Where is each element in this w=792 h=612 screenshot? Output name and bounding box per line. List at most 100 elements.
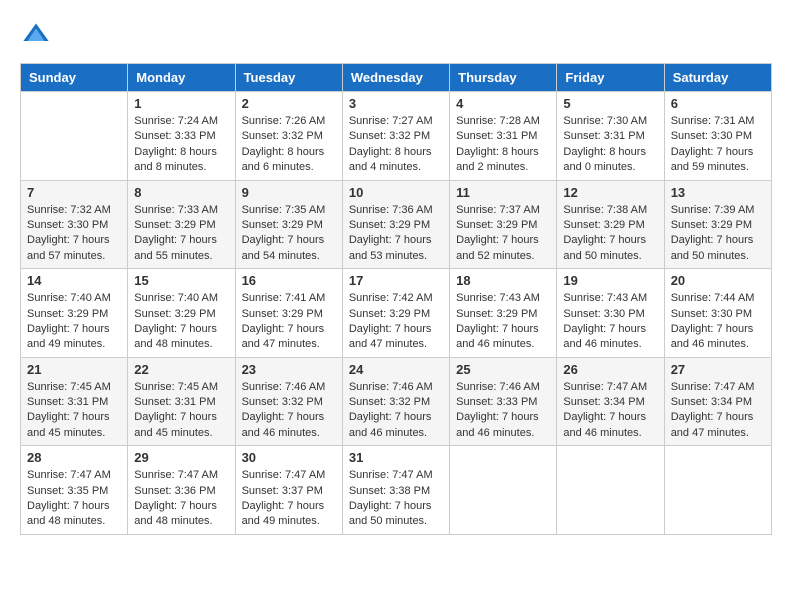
calendar-cell: 1 Sunrise: 7:24 AMSunset: 3:33 PMDaylight… [128, 92, 235, 181]
day-info: Sunrise: 7:27 AMSunset: 3:32 PMDaylight:… [349, 114, 443, 176]
weekday-header-monday: Monday [128, 64, 235, 92]
day-number: 19 [563, 273, 657, 288]
calendar-cell: 28 Sunrise: 7:47 AMSunset: 3:35 PMDayligh… [21, 446, 128, 535]
day-number: 17 [349, 273, 443, 288]
weekday-header-friday: Friday [557, 64, 664, 92]
day-number: 1 [134, 96, 228, 111]
day-number: 29 [134, 450, 228, 465]
day-number: 16 [242, 273, 336, 288]
day-number: 27 [671, 362, 765, 377]
day-info: Sunrise: 7:32 AMSunset: 3:30 PMDaylight:… [27, 203, 121, 265]
day-info: Sunrise: 7:44 AMSunset: 3:30 PMDaylight:… [671, 291, 765, 353]
day-number: 7 [27, 185, 121, 200]
day-number: 4 [456, 96, 550, 111]
weekday-header-wednesday: Wednesday [342, 64, 449, 92]
calendar-week-4: 21 Sunrise: 7:45 AMSunset: 3:31 PMDayligh… [21, 357, 772, 446]
calendar-cell: 22Sunrise: 7:45 AMSunset: 3:31 PMDayligh… [128, 357, 235, 446]
calendar-cell: 19 Sunrise: 7:43 AMSunset: 3:30 PMDayligh… [557, 269, 664, 358]
calendar-cell: 3 Sunrise: 7:27 AMSunset: 3:32 PMDaylight… [342, 92, 449, 181]
day-number: 5 [563, 96, 657, 111]
day-info: Sunrise: 7:46 AMSunset: 3:32 PMDaylight:… [242, 380, 336, 442]
day-number: 21 [27, 362, 121, 377]
calendar-cell: 14 Sunrise: 7:40 AMSunset: 3:29 PMDayligh… [21, 269, 128, 358]
calendar-cell: 20Sunrise: 7:44 AMSunset: 3:30 PMDayligh… [664, 269, 771, 358]
day-info: Sunrise: 7:43 AMSunset: 3:29 PMDaylight:… [456, 291, 550, 353]
calendar-cell: 10 Sunrise: 7:36 AMSunset: 3:29 PMDayligh… [342, 180, 449, 269]
day-info: Sunrise: 7:47 AMSunset: 3:34 PMDaylight:… [563, 380, 657, 442]
calendar-cell: 21Sunrise: 7:45 AMSunset: 3:31 PMDayligh… [21, 357, 128, 446]
day-info: Sunrise: 7:37 AMSunset: 3:29 PMDaylight:… [456, 203, 550, 265]
day-number: 13 [671, 185, 765, 200]
calendar-cell: 7 Sunrise: 7:32 AMSunset: 3:30 PMDaylight… [21, 180, 128, 269]
calendar-cell [450, 446, 557, 535]
day-info: Sunrise: 7:30 AMSunset: 3:31 PMDaylight:… [563, 114, 657, 176]
day-info: Sunrise: 7:46 AMSunset: 3:33 PMDaylight:… [456, 380, 550, 442]
day-info: Sunrise: 7:46 AMSunset: 3:32 PMDaylight:… [349, 380, 443, 442]
day-number: 3 [349, 96, 443, 111]
calendar-week-3: 14 Sunrise: 7:40 AMSunset: 3:29 PMDayligh… [21, 269, 772, 358]
day-number: 30 [242, 450, 336, 465]
day-info: Sunrise: 7:47 AMSunset: 3:37 PMDaylight:… [242, 468, 336, 530]
day-info: Sunrise: 7:35 AMSunset: 3:29 PMDaylight:… [242, 203, 336, 265]
day-number: 23 [242, 362, 336, 377]
day-info: Sunrise: 7:47 AMSunset: 3:38 PMDaylight:… [349, 468, 443, 530]
day-info: Sunrise: 7:47 AMSunset: 3:35 PMDaylight:… [27, 468, 121, 530]
logo [20, 20, 50, 53]
day-number: 8 [134, 185, 228, 200]
calendar-cell: 8 Sunrise: 7:33 AMSunset: 3:29 PMDaylight… [128, 180, 235, 269]
calendar-cell: 23 Sunrise: 7:46 AMSunset: 3:32 PMDayligh… [235, 357, 342, 446]
day-info: Sunrise: 7:40 AMSunset: 3:29 PMDaylight:… [134, 291, 228, 353]
day-info: Sunrise: 7:26 AMSunset: 3:32 PMDaylight:… [242, 114, 336, 176]
calendar-cell: 11 Sunrise: 7:37 AMSunset: 3:29 PMDayligh… [450, 180, 557, 269]
calendar-cell: 13Sunrise: 7:39 AMSunset: 3:29 PMDayligh… [664, 180, 771, 269]
day-info: Sunrise: 7:47 AMSunset: 3:36 PMDaylight:… [134, 468, 228, 530]
day-number: 15 [134, 273, 228, 288]
day-number: 28 [27, 450, 121, 465]
calendar-week-5: 28 Sunrise: 7:47 AMSunset: 3:35 PMDayligh… [21, 446, 772, 535]
day-number: 25 [456, 362, 550, 377]
weekday-header-saturday: Saturday [664, 64, 771, 92]
day-number: 26 [563, 362, 657, 377]
day-info: Sunrise: 7:24 AMSunset: 3:33 PMDaylight:… [134, 114, 228, 176]
day-number: 11 [456, 185, 550, 200]
calendar-week-2: 7 Sunrise: 7:32 AMSunset: 3:30 PMDaylight… [21, 180, 772, 269]
day-info: Sunrise: 7:41 AMSunset: 3:29 PMDaylight:… [242, 291, 336, 353]
calendar-cell: 6 Sunrise: 7:31 AMSunset: 3:30 PMDaylight… [664, 92, 771, 181]
calendar-cell: 18 Sunrise: 7:43 AMSunset: 3:29 PMDayligh… [450, 269, 557, 358]
weekday-header-tuesday: Tuesday [235, 64, 342, 92]
day-number: 31 [349, 450, 443, 465]
calendar-cell: 12Sunrise: 7:38 AMSunset: 3:29 PMDayligh… [557, 180, 664, 269]
day-info: Sunrise: 7:28 AMSunset: 3:31 PMDaylight:… [456, 114, 550, 176]
day-info: Sunrise: 7:36 AMSunset: 3:29 PMDaylight:… [349, 203, 443, 265]
day-number: 12 [563, 185, 657, 200]
calendar-cell: 4 Sunrise: 7:28 AMSunset: 3:31 PMDaylight… [450, 92, 557, 181]
day-info: Sunrise: 7:33 AMSunset: 3:29 PMDaylight:… [134, 203, 228, 265]
weekday-header-thursday: Thursday [450, 64, 557, 92]
calendar-cell [21, 92, 128, 181]
day-number: 6 [671, 96, 765, 111]
calendar-cell: 31 Sunrise: 7:47 AMSunset: 3:38 PMDayligh… [342, 446, 449, 535]
calendar-cell: 2Sunrise: 7:26 AMSunset: 3:32 PMDaylight… [235, 92, 342, 181]
calendar-cell: 24 Sunrise: 7:46 AMSunset: 3:32 PMDayligh… [342, 357, 449, 446]
day-number: 9 [242, 185, 336, 200]
day-info: Sunrise: 7:47 AMSunset: 3:34 PMDaylight:… [671, 380, 765, 442]
day-info: Sunrise: 7:40 AMSunset: 3:29 PMDaylight:… [27, 291, 121, 353]
calendar-cell [664, 446, 771, 535]
calendar-table: SundayMondayTuesdayWednesdayThursdayFrid… [20, 63, 772, 535]
day-number: 24 [349, 362, 443, 377]
calendar-cell: 16 Sunrise: 7:41 AMSunset: 3:29 PMDayligh… [235, 269, 342, 358]
day-number: 10 [349, 185, 443, 200]
page-header [20, 20, 772, 53]
calendar-cell: 26 Sunrise: 7:47 AMSunset: 3:34 PMDayligh… [557, 357, 664, 446]
day-number: 18 [456, 273, 550, 288]
day-info: Sunrise: 7:43 AMSunset: 3:30 PMDaylight:… [563, 291, 657, 353]
calendar-cell: 17Sunrise: 7:42 AMSunset: 3:29 PMDayligh… [342, 269, 449, 358]
calendar-cell: 9 Sunrise: 7:35 AMSunset: 3:29 PMDaylight… [235, 180, 342, 269]
calendar-cell: 15 Sunrise: 7:40 AMSunset: 3:29 PMDayligh… [128, 269, 235, 358]
generalblue-logo-icon [22, 20, 50, 48]
calendar-cell: 27 Sunrise: 7:47 AMSunset: 3:34 PMDayligh… [664, 357, 771, 446]
day-info: Sunrise: 7:45 AMSunset: 3:31 PMDaylight:… [134, 380, 228, 442]
day-info: Sunrise: 7:31 AMSunset: 3:30 PMDaylight:… [671, 114, 765, 176]
calendar-cell: 29 Sunrise: 7:47 AMSunset: 3:36 PMDayligh… [128, 446, 235, 535]
day-number: 14 [27, 273, 121, 288]
